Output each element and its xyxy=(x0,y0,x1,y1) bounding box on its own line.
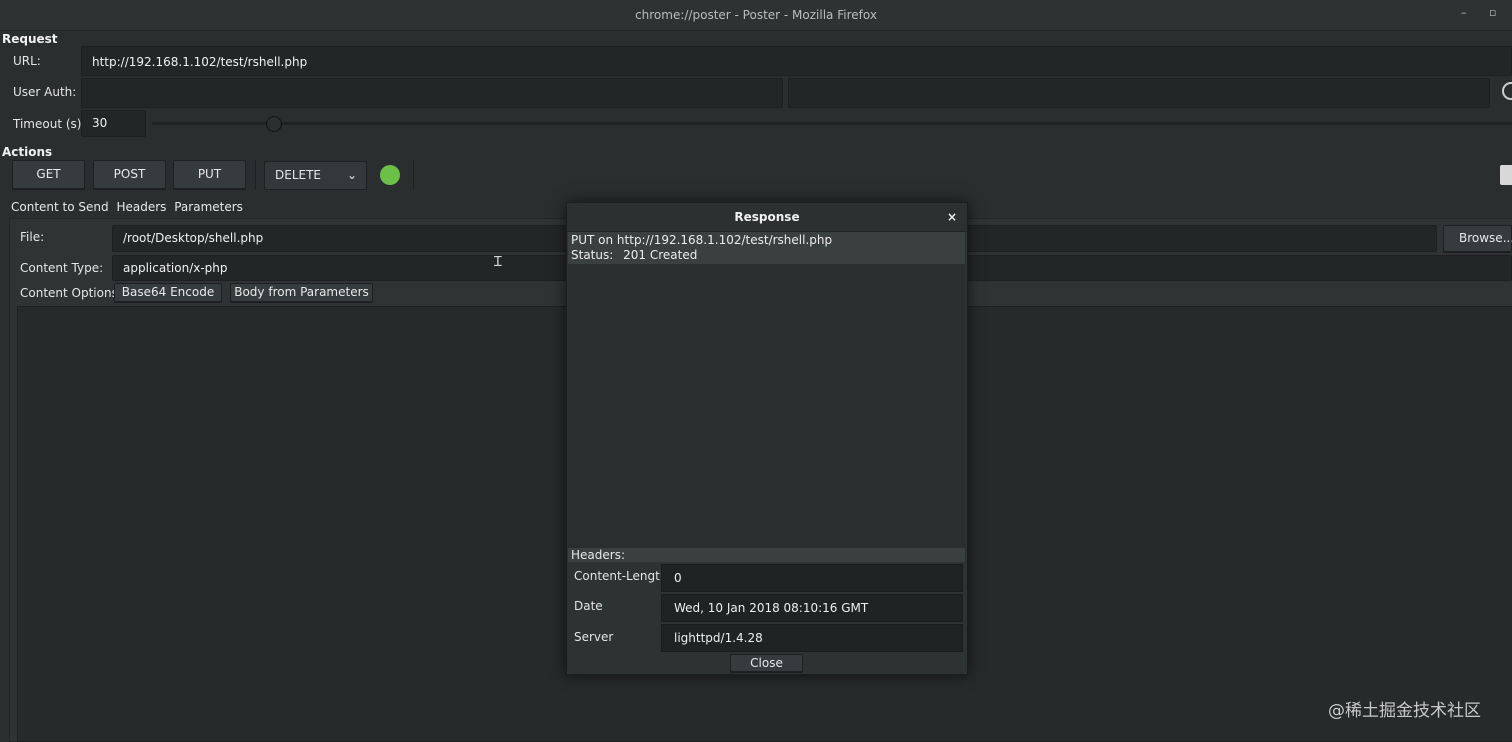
response-status: Status: 201 Created xyxy=(571,248,697,262)
timeout-label: Timeout (s): xyxy=(13,117,86,131)
user-auth-label: User Auth: xyxy=(13,85,77,99)
status-indicator-icon xyxy=(380,165,400,185)
header-name: Date xyxy=(574,599,603,613)
tab-parameters[interactable]: Parameters xyxy=(174,200,243,214)
timeout-slider-thumb[interactable] xyxy=(266,116,282,132)
response-body[interactable] xyxy=(568,264,965,549)
chevron-down-icon: ⌄ xyxy=(346,168,357,182)
header-value[interactable]: Wed, 10 Jan 2018 08:10:16 GMT xyxy=(661,594,963,622)
timeout-slider-track[interactable] xyxy=(152,122,1512,125)
close-button[interactable]: Close xyxy=(730,654,803,672)
actions-divider-2 xyxy=(413,160,414,190)
header-name: Server xyxy=(574,630,614,644)
header-value[interactable]: 0 xyxy=(661,564,963,592)
content-options-label: Content Options: xyxy=(20,286,122,300)
base64-encode-button[interactable]: Base64 Encode xyxy=(114,283,222,302)
user-auth-password-input[interactable] xyxy=(788,78,1490,108)
tab-content-to-send[interactable]: Content to Send xyxy=(11,200,109,214)
tab-headers[interactable]: Headers xyxy=(116,200,166,214)
response-dialog-title: Response xyxy=(567,203,967,232)
response-dialog: Response × PUT on http://192.168.1.102/t… xyxy=(566,202,968,675)
text-cursor-icon: Ɪ xyxy=(494,254,502,270)
get-button[interactable]: GET xyxy=(12,160,85,189)
minimize-icon[interactable]: – xyxy=(1461,6,1467,19)
header-name: Content-Length xyxy=(574,569,668,583)
browse-button[interactable]: Browse... xyxy=(1443,225,1512,252)
watermark: @稀土掘金技术社区 xyxy=(1328,701,1481,721)
timeout-input[interactable]: 30 xyxy=(81,110,146,137)
actions-heading: Actions xyxy=(2,145,53,159)
file-label: File: xyxy=(20,230,45,244)
headers-label: Headers: xyxy=(571,548,625,562)
url-label: URL: xyxy=(13,54,41,68)
content-type-label: Content Type: xyxy=(20,261,104,275)
user-auth-username-input[interactable] xyxy=(81,78,783,108)
window-title: chrome://poster - Poster - Mozilla Firef… xyxy=(635,8,877,22)
close-icon[interactable]: × xyxy=(947,203,957,231)
header-value[interactable]: lighttpd/1.4.28 xyxy=(661,624,963,652)
auth-options-icon[interactable] xyxy=(1502,82,1512,100)
method-select[interactable]: DELETE ⌄ xyxy=(264,161,367,190)
headers-bar xyxy=(568,548,965,562)
clipboard-icon[interactable] xyxy=(1500,165,1512,185)
post-button[interactable]: POST xyxy=(93,160,166,189)
actions-divider xyxy=(255,160,256,190)
request-heading: Request xyxy=(2,32,58,46)
response-status-value: 201 Created xyxy=(623,248,698,262)
response-status-label: Status: xyxy=(571,248,614,262)
put-button[interactable]: PUT xyxy=(173,160,246,189)
body-from-parameters-button[interactable]: Body from Parameters xyxy=(230,283,373,302)
method-select-value: DELETE xyxy=(275,168,322,182)
response-summary-line: PUT on http://192.168.1.102/test/rshell.… xyxy=(571,233,833,247)
url-input[interactable]: http://192.168.1.102/test/rshell.php xyxy=(81,46,1512,76)
maximize-icon[interactable]: ▫ xyxy=(1489,6,1496,19)
content-tabs: Content to Send Headers Parameters xyxy=(11,200,247,214)
